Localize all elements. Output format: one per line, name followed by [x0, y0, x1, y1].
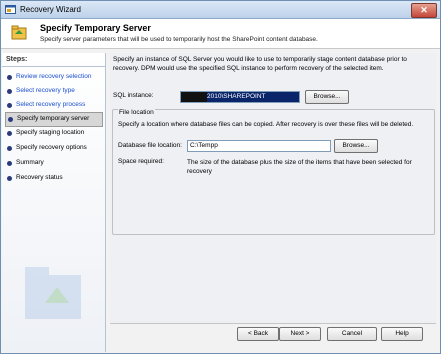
close-icon: ✕ [420, 5, 428, 15]
recovery-wizard-icon [5, 5, 16, 14]
step-review-recovery-selection[interactable]: Review recovery selection [5, 71, 103, 84]
bullet-icon [7, 146, 12, 151]
step-summary: Summary [5, 157, 103, 170]
bullet-icon [7, 103, 12, 108]
server-wizard-icon [11, 25, 27, 40]
title-bar[interactable]: Recovery Wizard ✕ [1, 1, 440, 19]
file-location-description: Specify a location where database files … [118, 121, 414, 128]
step-select-recovery-type[interactable]: Select recovery type [5, 85, 103, 98]
step-specify-staging-location: Specify staging location [5, 127, 103, 140]
page-title: Specify Temporary Server [40, 23, 151, 33]
sql-instance-input[interactable]: 2010\SHAREPOINT [180, 91, 300, 103]
bullet-icon [7, 176, 12, 181]
step-label: Recovery status [16, 174, 63, 181]
help-button[interactable]: Help [381, 327, 423, 341]
close-button[interactable]: ✕ [411, 3, 437, 18]
wizard-header: Specify Temporary Server Specify server … [1, 19, 440, 49]
cancel-button[interactable]: Cancel [327, 327, 377, 341]
next-button[interactable]: Next > [279, 327, 321, 341]
footer-divider [110, 323, 436, 324]
database-file-location-label: Database file location: [118, 142, 182, 149]
file-browse-button[interactable]: Browse... [334, 139, 378, 153]
steps-heading: Steps: [6, 56, 28, 63]
bullet-icon [7, 161, 12, 166]
file-location-title: File location [118, 109, 155, 116]
redacted-server-name [181, 92, 207, 102]
database-file-location-input[interactable]: C:\Tempp [187, 140, 331, 152]
step-label: Review recovery selection [16, 73, 92, 80]
step-label: Specify temporary server [17, 115, 90, 122]
sql-browse-button[interactable]: Browse... [305, 90, 349, 104]
step-specify-temporary-server: Specify temporary server [5, 112, 103, 127]
step-recovery-status: Recovery status [5, 172, 103, 185]
watermark-icon [25, 267, 81, 319]
bullet-icon [8, 117, 13, 122]
back-button[interactable]: < Back [237, 327, 279, 341]
file-location-group: File location Specify a location where d… [112, 109, 435, 235]
bullet-icon [7, 75, 12, 80]
step-label: Summary [16, 159, 44, 166]
sql-instance-label: SQL instance: [113, 92, 154, 99]
steps-divider [2, 66, 105, 67]
step-label: Specify recovery options [16, 144, 87, 151]
step-label: Select recovery process [16, 101, 86, 108]
intro-text: Specify an instance of SQL Server you wo… [113, 56, 407, 72]
window-title: Recovery Wizard [20, 5, 81, 14]
main-panel: Specify an instance of SQL Server you wo… [110, 53, 436, 323]
space-required-label: Space required: [118, 158, 164, 165]
steps-sidebar: Steps: Review recovery selection Select … [2, 53, 106, 352]
bullet-icon [7, 89, 12, 94]
sql-instance-value: 2010\SHAREPOINT [207, 92, 299, 102]
bullet-icon [7, 131, 12, 136]
step-label: Select recovery type [16, 87, 75, 94]
step-label: Specify staging location [16, 129, 85, 136]
space-required-value: The size of the database plus the size o… [187, 159, 412, 175]
page-subtitle: Specify server parameters that will be u… [40, 36, 318, 43]
recovery-wizard-window: Recovery Wizard ✕ Specify Temporary Serv… [0, 0, 441, 354]
step-select-recovery-process[interactable]: Select recovery process [5, 99, 103, 112]
step-specify-recovery-options: Specify recovery options [5, 142, 103, 155]
